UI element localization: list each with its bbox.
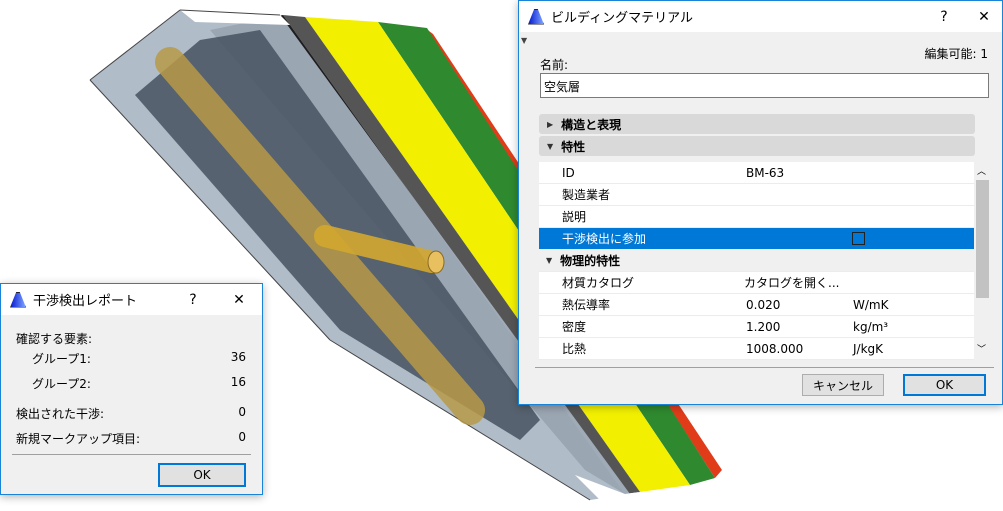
- help-button[interactable]: ?: [924, 1, 964, 32]
- table-row-collision-detection[interactable]: 干渉検出に参加: [539, 228, 974, 250]
- table-row[interactable]: 熱伝導率 0.020 W/mK: [539, 294, 974, 316]
- expand-icon: ▶: [547, 119, 554, 129]
- open-catalog-link[interactable]: カタログを開く...: [744, 274, 839, 291]
- group1-label: グループ1:: [32, 352, 91, 366]
- markup-label: 新規マークアップ項目:: [16, 432, 141, 446]
- properties-scrollbar[interactable]: ︿ ﹀: [974, 162, 991, 359]
- group2-label: グループ2:: [32, 377, 91, 391]
- table-row[interactable]: 材質カタログ カタログを開く...: [539, 272, 974, 294]
- elements-label: 確認する要素:: [16, 332, 93, 346]
- close-button[interactable]: ✕: [219, 284, 259, 315]
- cancel-button[interactable]: キャンセル: [802, 374, 884, 396]
- properties-grid: ID BM-63 製造業者 説明 干渉検出に参加 ▼ 物理的特性 材質カタログ カタロ…: [539, 162, 974, 360]
- collapse-icon: ▼: [546, 256, 553, 265]
- divider: [535, 367, 994, 368]
- collapse-icon: ▼: [547, 141, 554, 151]
- scroll-up-icon[interactable]: ︿: [977, 164, 986, 177]
- table-row[interactable]: 製造業者: [539, 184, 974, 206]
- editable-count: 編集可能: 1: [924, 47, 989, 61]
- markup-value: 0: [238, 430, 246, 444]
- collision-checkbox[interactable]: [852, 232, 865, 245]
- app-icon: [528, 8, 544, 25]
- table-row[interactable]: ID BM-63: [539, 162, 974, 184]
- divider: [12, 454, 251, 455]
- name-input[interactable]: 空気層: [540, 73, 989, 98]
- table-row[interactable]: 密度 1.200 kg/m³: [539, 316, 974, 338]
- collapse-arrow-icon[interactable]: ▼: [521, 36, 527, 45]
- ok-button[interactable]: OK: [158, 463, 246, 487]
- help-button[interactable]: ?: [173, 284, 213, 315]
- building-material-dialog: ビルディングマテリアル ? ✕ ▼ 編集可能: 1 名前: 空気層 ▶ 構造と表現…: [518, 0, 1003, 405]
- collision-report-dialog: 干渉検出レポート ? ✕ 確認する要素: グループ1: 36 グループ2: 16…: [0, 283, 263, 495]
- group1-value: 36: [230, 350, 246, 364]
- table-row[interactable]: 比熱 1008.000 J/kgK: [539, 338, 974, 360]
- dialog-title: 干渉検出レポート: [33, 294, 138, 309]
- section-physical[interactable]: ▼ 物理的特性: [539, 250, 974, 272]
- scrollbar-thumb[interactable]: [976, 180, 989, 298]
- section-structure[interactable]: ▶ 構造と表現: [539, 114, 975, 134]
- scroll-down-icon[interactable]: ﹀: [977, 342, 986, 355]
- section-properties[interactable]: ▼ 特性: [539, 136, 975, 156]
- app-icon: [10, 291, 26, 308]
- dialog-title: ビルディングマテリアル: [551, 11, 693, 26]
- detected-label: 検出された干渉:: [16, 407, 105, 421]
- detected-value: 0: [238, 405, 246, 419]
- table-row[interactable]: 説明: [539, 206, 974, 228]
- close-button[interactable]: ✕: [964, 1, 1003, 32]
- ok-button[interactable]: OK: [903, 374, 986, 396]
- group2-value: 16: [230, 375, 246, 389]
- name-label: 名前:: [540, 58, 569, 72]
